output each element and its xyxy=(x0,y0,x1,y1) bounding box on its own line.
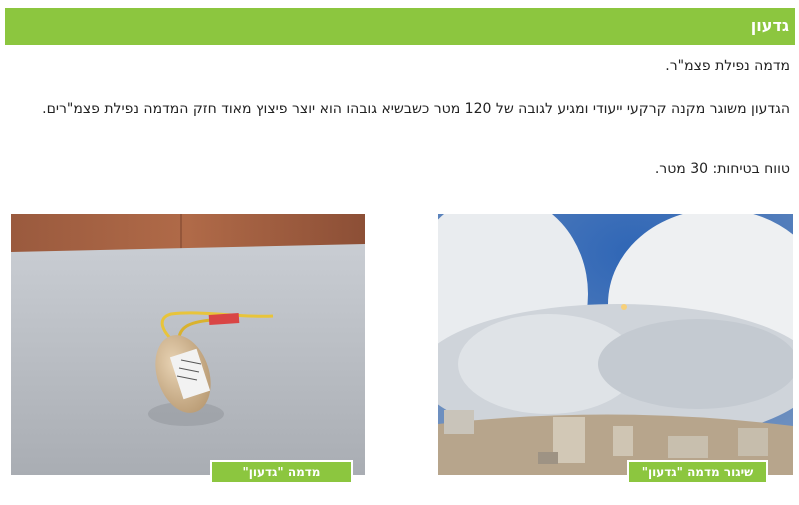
simulates-text: מדמה נפילת פצמ"ר. xyxy=(665,58,790,74)
launch-photo-caption: שיגור מדמה "גדעון" xyxy=(627,460,768,484)
page-title: גדעון xyxy=(750,16,789,35)
launch-photo xyxy=(438,214,793,475)
page-header: גדעון xyxy=(5,8,795,45)
device-photo xyxy=(11,214,365,475)
device-photo-caption: מדמה "גדעון" xyxy=(210,460,353,484)
safety-range-text: טווח בטיחות: 30 מטר. xyxy=(654,161,790,177)
description-text: הגדעון משוגר מקנה קרקעי ייעודי ומגיע לגו… xyxy=(42,101,790,117)
